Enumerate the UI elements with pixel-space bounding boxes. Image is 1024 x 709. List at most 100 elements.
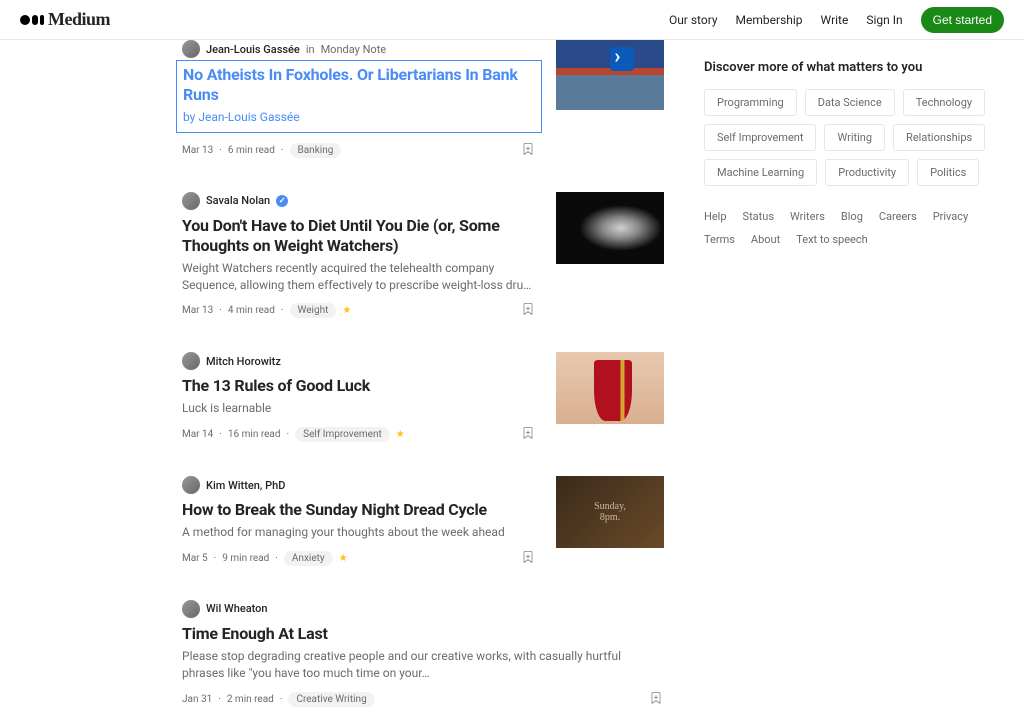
article-tag[interactable]: Creative Writing — [288, 692, 374, 707]
footer-link-careers[interactable]: Careers — [879, 210, 917, 223]
feed: Jean-Louis Gassée in Monday Note No Athe… — [182, 40, 704, 709]
byline: Jean-Louis Gassée in Monday Note — [182, 40, 536, 58]
avatar[interactable] — [182, 40, 200, 58]
author-name[interactable]: Savala Nolan — [206, 194, 270, 207]
footer-link-status[interactable]: Status — [743, 210, 774, 223]
topic-chip[interactable]: Machine Learning — [704, 159, 817, 186]
bookmark-icon[interactable] — [520, 301, 536, 320]
member-star-icon: ★ — [339, 553, 348, 564]
article-tag[interactable]: Self Improvement — [295, 427, 390, 442]
article-card: Savala Nolan You Don't Have to Diet Unti… — [182, 192, 664, 321]
article-date: Mar 14 — [182, 429, 213, 440]
article-tag[interactable]: Banking — [290, 143, 342, 158]
sidebar-title: Discover more of what matters to you — [704, 60, 1004, 75]
topic-chip[interactable]: Productivity — [825, 159, 909, 186]
article-meta: Mar 13 · 6 min read · Banking — [182, 141, 536, 160]
byline: Mitch Horowitz — [182, 352, 536, 370]
article-title: No Atheists In Foxholes. Or Libertarians… — [183, 65, 535, 105]
nav-our-story[interactable]: Our story — [669, 13, 718, 27]
article-card: Wil Wheaton Time Enough At Last Please s… — [182, 600, 664, 709]
article-meta: Mar 5 · 9 min read · Anxiety ★ — [182, 549, 536, 568]
article-subtitle: Luck is learnable — [182, 400, 536, 417]
article-card: Jean-Louis Gassée in Monday Note No Athe… — [182, 40, 664, 160]
nav: Our story Membership Write Sign In Get s… — [669, 7, 1004, 33]
footer-link-privacy[interactable]: Privacy — [933, 210, 969, 223]
sidebar: Discover more of what matters to you Pro… — [704, 40, 1004, 709]
article-thumbnail[interactable] — [556, 352, 664, 424]
header: Medium Our story Membership Write Sign I… — [0, 0, 1024, 40]
article-subtitle: Weight Watchers recently acquired the te… — [182, 260, 536, 294]
nav-sign-in[interactable]: Sign In — [866, 13, 902, 27]
author-name[interactable]: Jean-Louis Gassée — [206, 43, 300, 56]
article-thumbnail[interactable] — [556, 192, 664, 264]
article-card: Mitch Horowitz The 13 Rules of Good Luck… — [182, 352, 664, 444]
article-link[interactable]: No Atheists In Foxholes. Or Libertarians… — [176, 60, 542, 133]
publication-label: in — [306, 43, 315, 56]
get-started-button[interactable]: Get started — [921, 7, 1004, 33]
article-link[interactable]: You Don't Have to Diet Until You Die (or… — [182, 216, 536, 294]
nav-membership[interactable]: Membership — [736, 13, 803, 27]
avatar[interactable] — [182, 352, 200, 370]
article-subtitle: by Jean-Louis Gassée — [183, 109, 535, 126]
article-tag[interactable]: Anxiety — [284, 551, 333, 566]
byline: Wil Wheaton — [182, 600, 664, 618]
bookmark-icon[interactable] — [520, 549, 536, 568]
article-card: Kim Witten, PhD How to Break the Sunday … — [182, 476, 664, 568]
article-meta: Mar 13 · 4 min read · Weight ★ — [182, 301, 536, 320]
byline: Kim Witten, PhD — [182, 476, 536, 494]
article-date: Mar 13 — [182, 305, 213, 316]
topic-chip[interactable]: Politics — [917, 159, 979, 186]
topic-chip[interactable]: Data Science — [805, 89, 895, 116]
nav-write[interactable]: Write — [821, 13, 849, 27]
logo-text: Medium — [48, 9, 110, 30]
article-read-time: 4 min read — [228, 305, 275, 316]
author-name[interactable]: Wil Wheaton — [206, 602, 268, 615]
topic-chip[interactable]: Programming — [704, 89, 797, 116]
topics-list: Programming Data Science Technology Self… — [704, 89, 1004, 186]
avatar[interactable] — [182, 600, 200, 618]
thumbnail-text: Sunday, — [594, 501, 626, 512]
article-read-time: 2 min read — [227, 694, 274, 705]
article-thumbnail[interactable] — [556, 40, 664, 110]
article-date: Mar 13 — [182, 145, 213, 156]
footer-link-blog[interactable]: Blog — [841, 210, 863, 223]
article-date: Jan 31 — [182, 694, 212, 705]
article-link[interactable]: The 13 Rules of Good Luck Luck is learna… — [182, 376, 536, 417]
footer-links: Help Status Writers Blog Careers Privacy… — [704, 210, 1004, 246]
footer-link-help[interactable]: Help — [704, 210, 727, 223]
topic-chip[interactable]: Relationships — [893, 124, 985, 151]
publication-name[interactable]: Monday Note — [321, 43, 387, 56]
logo-icon — [20, 15, 44, 25]
logo[interactable]: Medium — [20, 9, 110, 30]
topic-chip[interactable]: Writing — [824, 124, 885, 151]
avatar[interactable] — [182, 476, 200, 494]
topic-chip[interactable]: Technology — [903, 89, 985, 116]
avatar[interactable] — [182, 192, 200, 210]
byline: Savala Nolan — [182, 192, 536, 210]
footer-link-tts[interactable]: Text to speech — [796, 233, 867, 246]
author-name[interactable]: Kim Witten, PhD — [206, 479, 285, 492]
article-read-time: 16 min read — [228, 429, 281, 440]
member-star-icon: ★ — [396, 429, 405, 440]
article-thumbnail[interactable]: Sunday, 8pm. — [556, 476, 664, 548]
bookmark-icon[interactable] — [520, 141, 536, 160]
article-link[interactable]: Time Enough At Last Please stop degradin… — [182, 624, 664, 682]
footer-link-writers[interactable]: Writers — [790, 210, 825, 223]
article-title: Time Enough At Last — [182, 624, 664, 644]
article-tag[interactable]: Weight — [290, 303, 337, 318]
article-title: How to Break the Sunday Night Dread Cycl… — [182, 500, 536, 520]
article-subtitle: Please stop degrading creative people an… — [182, 648, 664, 682]
article-subtitle: A method for managing your thoughts abou… — [182, 524, 536, 541]
bookmark-icon[interactable] — [520, 425, 536, 444]
article-meta: Mar 14 · 16 min read · Self Improvement … — [182, 425, 536, 444]
bookmark-icon[interactable] — [648, 690, 664, 709]
verified-icon — [276, 195, 288, 207]
article-date: Mar 5 — [182, 553, 208, 564]
topic-chip[interactable]: Self Improvement — [704, 124, 816, 151]
article-link[interactable]: How to Break the Sunday Night Dread Cycl… — [182, 500, 536, 541]
footer-link-terms[interactable]: Terms — [704, 233, 735, 246]
footer-link-about[interactable]: About — [751, 233, 780, 246]
article-meta: Jan 31 · 2 min read · Creative Writing — [182, 690, 664, 709]
author-name[interactable]: Mitch Horowitz — [206, 355, 281, 368]
thumbnail-text: 8pm. — [600, 512, 620, 523]
